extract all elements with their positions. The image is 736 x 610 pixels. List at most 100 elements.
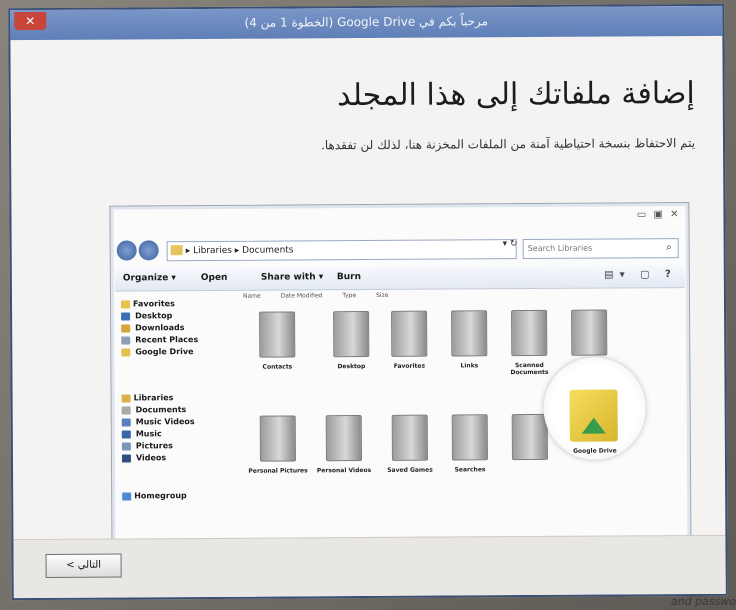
page-description: يتم الاحتفاظ بنسخة احتياطية آمنة من المل…: [320, 135, 696, 153]
file-item: Personal Videos: [312, 415, 376, 474]
file-item: Contacts: [245, 311, 309, 371]
file-item: Links: [437, 310, 501, 369]
sidebar-item-label: Downloads: [135, 323, 185, 333]
file-label: Favorites: [393, 362, 426, 370]
favorites-label: Favorites: [132, 299, 175, 309]
file-label: Scanned Documents: [510, 361, 549, 377]
file-item: Scanned Documents: [497, 309, 561, 377]
sidebar-item-pictures: Pictures: [121, 440, 232, 453]
file-label: Contacts: [262, 363, 293, 371]
back-icon: [116, 240, 137, 261]
file-label: Personal Videos: [316, 466, 372, 475]
folder-icon: [259, 415, 296, 462]
column-headers: Name Date Modified Type Size: [243, 292, 406, 300]
star-icon: [120, 300, 131, 309]
file-label: Saved Games: [387, 466, 433, 474]
google-drive-logo-icon: [581, 417, 606, 434]
navigation-pane: Favorites Desktop Downloads Recent Place…: [120, 298, 232, 503]
libraries-label: Libraries: [133, 393, 174, 403]
sidebar-item-label: Documents: [135, 405, 187, 415]
sidebar-item-label: Desktop: [135, 311, 173, 321]
organize-menu: Organize ▾: [122, 273, 176, 284]
sidebar-item-label: Google Drive: [135, 347, 194, 357]
file-label: Searches: [454, 466, 486, 474]
sidebar-item-google-drive: Google Drive: [121, 346, 231, 359]
share-with-menu: Share with ▾: [260, 272, 324, 283]
videos-icon: [121, 454, 131, 463]
folder-icon: [451, 310, 488, 357]
recent-places-icon: [121, 336, 131, 345]
sidebar-item-desktop: Desktop: [121, 310, 231, 323]
desktop-icon: [121, 312, 131, 321]
column-header: Date Modified: [280, 292, 323, 300]
downloads-icon: [121, 324, 131, 333]
folder-icon: [259, 311, 296, 358]
file-item: Saved Games: [378, 414, 442, 474]
burn-menu: Burn: [336, 272, 362, 283]
sidebar-item-label: Recent Places: [135, 335, 199, 345]
column-header: Size: [376, 291, 389, 299]
title-bar: ✕ مرحباً بكم في Google Drive (الخطوة 1 م…: [10, 5, 723, 41]
address-bar: ▸ Libraries ▸ Documents: [166, 239, 517, 262]
file-item: Desktop: [319, 310, 383, 371]
folder-icon: [333, 310, 370, 358]
column-header: Name: [242, 292, 261, 300]
folder-icon: [511, 309, 548, 357]
libraries-group: Libraries Documents Music Videos Music P…: [121, 392, 232, 465]
folder-icon: [391, 414, 428, 461]
pictures-icon: [121, 442, 131, 451]
folder-icon: [170, 245, 183, 256]
file-item: Searches: [438, 414, 502, 473]
window-title: مرحباً بكم في Google Drive (الخطوة 1 من …: [244, 14, 489, 30]
sidebar-item-recent-places: Recent Places: [121, 334, 231, 347]
column-header: Type: [342, 292, 357, 300]
sidebar-item-music: Music: [121, 428, 232, 441]
sidebar-item-label: Homegroup: [134, 491, 187, 501]
libraries-header: Libraries: [121, 392, 232, 405]
next-button[interactable]: التالي >: [45, 553, 122, 578]
search-placeholder: Search Libraries: [527, 243, 593, 254]
open-menu: Open: [200, 272, 228, 284]
refresh-icon: ▾ ↻: [502, 239, 518, 250]
sidebar-item-homegroup: Homegroup: [122, 490, 232, 503]
address-row: ▸ Libraries ▸ Documents ▾ ↻ Search Libra…: [116, 237, 679, 262]
file-label: Desktop: [337, 363, 366, 371]
explorer-toolbar: Organize ▾ Open Share with ▾ Burn ▤▾ ▢ ?: [114, 265, 685, 292]
music-icon: [121, 430, 131, 439]
libraries-icon: [121, 394, 131, 403]
view-options-icon: ▤▾ ▢ ?: [604, 269, 677, 281]
sidebar-item-music-videos: Music Videos: [121, 416, 232, 429]
forward-icon: [138, 240, 159, 261]
dialog-footer: التالي >: [13, 534, 726, 599]
folder-icon: [451, 414, 488, 461]
explorer-illustration: ▭ ▣ ✕ ▸ Libraries ▸ Documents ▾ ↻ Search…: [109, 202, 692, 553]
google-drive-folder-icon: [569, 389, 618, 442]
window-controls-icon: ▭ ▣ ✕: [636, 209, 681, 221]
google-drive-label: Google Drive: [573, 447, 617, 455]
sidebar-item-label: Music: [135, 429, 162, 439]
folder-icon: [325, 415, 362, 462]
folder-icon: [571, 309, 608, 356]
folder-icon: [391, 310, 428, 357]
sidebar-item-label: Music Videos: [135, 417, 195, 427]
page-title: إضافة ملفاتك إلى هذا المجلد: [336, 76, 695, 114]
file-item: [557, 309, 621, 361]
search-icon: ⌕: [666, 242, 672, 254]
documents-icon: [121, 406, 131, 415]
file-item: Favorites: [377, 310, 441, 370]
folder-icon: [511, 413, 548, 461]
homegroup-icon: [122, 492, 132, 501]
sidebar-item-downloads: Downloads: [121, 322, 231, 335]
favorites-header: Favorites: [120, 298, 231, 311]
music-videos-icon: [121, 418, 131, 427]
setup-dialog: ✕ مرحباً بكم في Google Drive (الخطوة 1 م…: [8, 3, 728, 601]
sidebar-item-label: Pictures: [135, 441, 173, 451]
file-label: Links: [460, 362, 479, 370]
sidebar-item-videos: Videos: [121, 452, 232, 465]
sidebar-item-documents: Documents: [121, 404, 232, 417]
file-label: Personal Pictures: [248, 467, 308, 475]
google-drive-icon: [121, 348, 131, 357]
favorites-group: Favorites Desktop Downloads Recent Place…: [120, 298, 231, 359]
sidebar-item-label: Videos: [135, 453, 167, 463]
file-item: Personal Pictures: [246, 415, 310, 475]
